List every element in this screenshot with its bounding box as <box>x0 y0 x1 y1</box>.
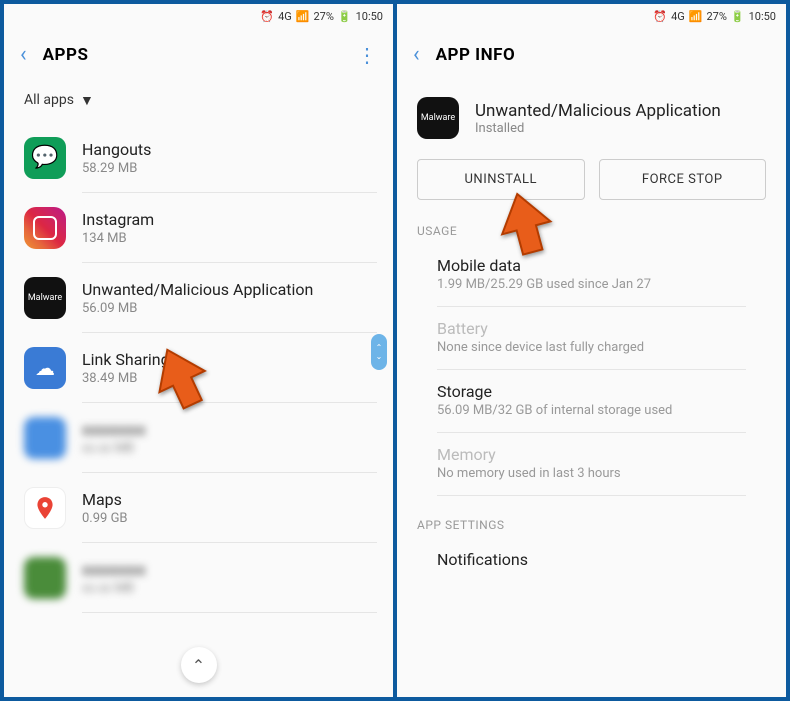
app-row-maps[interactable]: Maps 0.99 GB <box>4 473 393 543</box>
scroll-top-button[interactable]: ⌃ <box>181 647 217 683</box>
signal-icon: 📶 <box>296 10 310 23</box>
page-title: APPS <box>43 45 89 65</box>
app-list[interactable]: 💬 Hangouts 58.29 MB Instagram 134 MB Mal… <box>4 123 393 698</box>
battery-icon: 🔋 <box>731 10 745 23</box>
more-icon[interactable]: ⋮ <box>357 43 377 67</box>
header: ‹ APP INFO <box>397 28 786 81</box>
apps-screen: ⏰ 4G 📶 27% 🔋 10:50 ‹ APPS ⋮ All apps ▼ 💬… <box>4 4 393 697</box>
row-title: Memory <box>437 445 746 464</box>
alarm-icon: ⏰ <box>653 10 667 23</box>
link-sharing-icon: ☁ <box>24 347 66 389</box>
status-bar: ⏰ 4G 📶 27% 🔋 10:50 <box>397 4 786 28</box>
notifications-row[interactable]: Notifications <box>437 538 746 585</box>
uninstall-button[interactable]: UNINSTALL <box>417 159 585 200</box>
network-icon: 4G <box>278 10 292 23</box>
header: ‹ APPS ⋮ <box>4 28 393 81</box>
row-title: Storage <box>437 382 746 401</box>
app-size: 56.09 MB <box>82 301 313 316</box>
app-status: Installed <box>475 121 721 136</box>
storage-row[interactable]: Storage 56.09 MB/32 GB of internal stora… <box>437 370 746 433</box>
status-bar: ⏰ 4G 📶 27% 🔋 10:50 <box>4 4 393 28</box>
battery-text: 27% <box>706 10 726 23</box>
app-size: xx.xx MB <box>82 441 146 456</box>
row-title: Mobile data <box>437 256 746 275</box>
force-stop-button[interactable]: FORCE STOP <box>599 159 767 200</box>
malware-icon: Malware <box>24 277 66 319</box>
app-row-blurred[interactable]: xxxxxxxx xx.xx MB <box>4 543 393 613</box>
usage-label: USAGE <box>397 220 786 244</box>
app-size: xx.xx MB <box>82 581 146 596</box>
app-title: Unwanted/Malicious Application <box>475 101 721 121</box>
app-name: Maps <box>82 490 128 509</box>
malware-icon: Malware <box>417 97 459 139</box>
app-name: Hangouts <box>82 140 151 159</box>
filter-label: All apps <box>24 92 74 108</box>
maps-icon <box>24 487 66 529</box>
back-icon[interactable]: ‹ <box>20 42 27 67</box>
row-sub: 56.09 MB/32 GB of internal storage used <box>437 403 746 418</box>
alarm-icon: ⏰ <box>260 10 274 23</box>
app-info-screen: ⏰ 4G 📶 27% 🔋 10:50 ‹ APP INFO Malware Un… <box>397 4 786 697</box>
memory-row: Memory No memory used in last 3 hours <box>437 433 746 496</box>
app-row-malicious[interactable]: Malware Unwanted/Malicious Application 5… <box>4 263 393 333</box>
app-name: Link Sharing <box>82 350 170 369</box>
app-size: 0.99 GB <box>82 511 128 526</box>
row-sub: No memory used in last 3 hours <box>437 466 746 481</box>
app-name: xxxxxxxx <box>82 420 146 439</box>
battery-row: Battery None since device last fully cha… <box>437 307 746 370</box>
app-info-header: Malware Unwanted/Malicious Application I… <box>397 81 786 159</box>
app-row-linksharing[interactable]: ☁ Link Sharing 38.49 MB <box>4 333 393 403</box>
clock: 10:50 <box>749 10 776 23</box>
battery-text: 27% <box>313 10 333 23</box>
row-title: Battery <box>437 319 746 338</box>
blurred-icon <box>24 417 66 459</box>
row-sub: None since device last fully charged <box>437 340 746 355</box>
app-row-blurred[interactable]: xxxxxxxx xx.xx MB <box>4 403 393 473</box>
filter-dropdown[interactable]: All apps ▼ <box>24 92 94 109</box>
clock: 10:50 <box>356 10 383 23</box>
app-size: 38.49 MB <box>82 371 170 386</box>
hangouts-icon: 💬 <box>24 137 66 179</box>
row-sub: 1.99 MB/25.29 GB used since Jan 27 <box>437 277 746 292</box>
signal-icon: 📶 <box>689 10 703 23</box>
row-title: Notifications <box>437 550 746 569</box>
battery-icon: 🔋 <box>338 10 352 23</box>
back-icon[interactable]: ‹ <box>413 42 420 67</box>
mobile-data-row[interactable]: Mobile data 1.99 MB/25.29 GB used since … <box>437 244 746 307</box>
app-settings-label: APP SETTINGS <box>397 514 786 538</box>
app-name: xxxxxxxx <box>82 560 146 579</box>
instagram-icon <box>24 207 66 249</box>
app-name: Instagram <box>82 210 154 229</box>
scroll-indicator[interactable]: ⌃⌄ <box>371 334 387 370</box>
app-size: 134 MB <box>82 231 154 246</box>
blurred-icon <box>24 557 66 599</box>
app-row-hangouts[interactable]: 💬 Hangouts 58.29 MB <box>4 123 393 193</box>
app-size: 58.29 MB <box>82 161 151 176</box>
network-icon: 4G <box>671 10 685 23</box>
page-title: APP INFO <box>436 45 516 65</box>
app-row-instagram[interactable]: Instagram 134 MB <box>4 193 393 263</box>
app-name: Unwanted/Malicious Application <box>82 280 313 299</box>
chevron-down-icon: ▼ <box>80 92 94 109</box>
